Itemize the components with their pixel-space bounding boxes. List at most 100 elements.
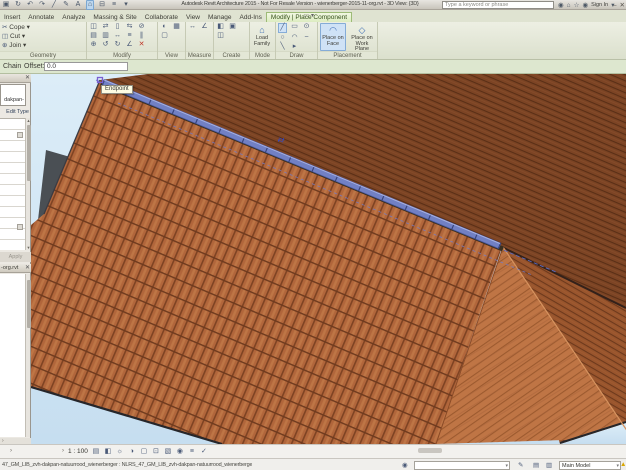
- edit-type-button[interactable]: Edit Type: [0, 107, 31, 117]
- rotate-ccw-icon[interactable]: ↺: [101, 41, 110, 49]
- tab-collaborate[interactable]: Collaborate: [141, 13, 182, 22]
- properties-close-icon[interactable]: ✕: [25, 74, 30, 81]
- draw-spline-icon[interactable]: ~: [302, 34, 311, 42]
- ribbon-panel-toggle-icon[interactable]: ▭: [303, 12, 309, 19]
- draw-more-icon[interactable]: ▸: [290, 43, 299, 51]
- visual-style-icon[interactable]: ◧: [104, 447, 112, 455]
- close-button[interactable]: ✕: [620, 1, 625, 9]
- 3d-view[interactable]: ⇄: [31, 74, 626, 444]
- chain-checkbox-label[interactable]: Chain: [3, 63, 21, 70]
- temporary-hide-isolate-icon[interactable]: ◉: [176, 447, 184, 455]
- tab-manage[interactable]: Manage: [204, 13, 236, 22]
- worksharing-display-icon[interactable]: ✓: [200, 447, 208, 455]
- measure-angle-icon[interactable]: ∠: [200, 23, 209, 31]
- section-icon[interactable]: ⊟: [98, 1, 106, 9]
- project-browser-close-icon[interactable]: ✕: [25, 264, 30, 271]
- create-assembly-icon[interactable]: ◫: [216, 32, 225, 40]
- project-browser-header[interactable]: -org.rvt ✕: [0, 264, 31, 273]
- sun-path-icon[interactable]: ☼: [116, 448, 124, 455]
- shadows-icon[interactable]: ◑: [128, 448, 136, 455]
- associate-parameter-button[interactable]: [17, 132, 23, 138]
- design-options-combo[interactable]: Main Model ▾: [559, 461, 621, 470]
- extend-icon[interactable]: ⊕: [89, 41, 98, 49]
- copy-icon[interactable]: ≡: [125, 32, 134, 40]
- subscription-icon[interactable]: ⌂: [567, 2, 571, 9]
- delete-icon[interactable]: ✕: [137, 41, 146, 49]
- favorites-star-icon[interactable]: ☆: [574, 1, 580, 9]
- offset-input[interactable]: [44, 62, 128, 71]
- scale-icon[interactable]: ∥: [137, 32, 146, 40]
- type-selector-caret-icon[interactable]: ▾: [25, 85, 26, 106]
- tab-massing-site[interactable]: Massing & Site: [89, 13, 140, 22]
- associate-parameter-button[interactable]: [17, 224, 23, 230]
- redo-icon[interactable]: ↷: [38, 1, 46, 9]
- active-workset-combo[interactable]: ▾: [414, 461, 510, 470]
- worksets-icon[interactable]: ◉: [402, 461, 408, 469]
- drawing-canvas[interactable]: ⇄ Endpoint: [31, 74, 626, 444]
- mirror-icon[interactable]: ▯: [113, 23, 122, 31]
- browser-hscroll-icon[interactable]: ›: [10, 448, 12, 454]
- canvas-hscroll-icon[interactable]: ›: [62, 448, 64, 454]
- canvas-hscroll-thumb[interactable]: [418, 448, 442, 453]
- save-icon[interactable]: ▣: [2, 1, 10, 9]
- sync-icon[interactable]: ↻: [14, 1, 22, 9]
- pin-icon[interactable]: ⊘: [137, 23, 146, 31]
- tab-annotate[interactable]: Annotate: [24, 13, 58, 22]
- split-icon[interactable]: ▤: [89, 32, 98, 40]
- load-family-button[interactable]: ⌂ Load Family: [250, 23, 274, 51]
- cope-button[interactable]: ✂ Cope ▾: [2, 23, 30, 31]
- thin-lines-toggle-icon[interactable]: ▦: [172, 23, 181, 31]
- sign-in-button[interactable]: Sign In: [591, 2, 608, 8]
- warning-icon[interactable]: ▲: [620, 461, 626, 468]
- array-icon[interactable]: ⇆: [125, 23, 134, 31]
- tab-add-ins[interactable]: Add-Ins: [236, 13, 266, 22]
- search-binoculars-icon[interactable]: ◉: [558, 1, 564, 9]
- tab-view[interactable]: View: [182, 13, 204, 22]
- dimension-icon[interactable]: ✎: [62, 1, 70, 9]
- measure-icon[interactable]: ╱: [50, 1, 58, 9]
- draw-circle-icon[interactable]: ⊙: [302, 23, 311, 33]
- window-icon[interactable]: ▢: [160, 32, 169, 40]
- draw-line-icon[interactable]: ╱: [278, 23, 287, 33]
- properties-scroll-thumb[interactable]: [27, 125, 31, 181]
- crop-view-icon[interactable]: ⊡: [152, 447, 160, 455]
- measure-length-icon[interactable]: ↔: [188, 23, 197, 31]
- properties-scrollbar[interactable]: ▲ ▼: [25, 118, 30, 250]
- sign-in-person-icon[interactable]: ◉: [582, 1, 588, 9]
- draw-arc-icon[interactable]: ◠: [290, 34, 299, 42]
- cut-button[interactable]: ◫ Cut ▾: [2, 32, 25, 40]
- infocenter-search-input[interactable]: [442, 1, 554, 9]
- 3d-view-icon[interactable]: ⌂: [86, 0, 94, 10]
- apply-button[interactable]: Apply: [0, 252, 31, 262]
- rendering-dialog-icon[interactable]: ▢: [140, 447, 148, 455]
- angle-icon[interactable]: ∠: [125, 41, 134, 49]
- tab-insert[interactable]: Insert: [0, 13, 24, 22]
- minimize-button[interactable]: –: [613, 2, 617, 9]
- align-icon[interactable]: ◫: [89, 23, 98, 31]
- place-on-work-plane-button[interactable]: ◇ Place on Work Plane: [348, 23, 376, 51]
- move-icon[interactable]: ↔: [113, 32, 122, 40]
- project-browser-scrollbar[interactable]: [25, 274, 30, 437]
- rotate-cw-icon[interactable]: ↻: [113, 41, 122, 49]
- draw-ellipse-icon[interactable]: ○: [278, 34, 287, 42]
- tab-analyze[interactable]: Analyze: [58, 13, 89, 22]
- visibility-icon[interactable]: ◐: [160, 23, 169, 31]
- qat-dropdown-icon[interactable]: ▾: [122, 1, 130, 9]
- create-group-icon[interactable]: ▣: [228, 23, 237, 31]
- show-crop-icon[interactable]: ▧: [164, 447, 172, 455]
- create-similar-icon[interactable]: ◧: [216, 23, 225, 31]
- properties-palette-header[interactable]: ✕: [0, 74, 31, 83]
- text-icon[interactable]: A: [74, 1, 82, 9]
- reveal-hidden-elements-icon[interactable]: ≡: [188, 448, 196, 455]
- draw-pick-line-icon[interactable]: ╲: [278, 43, 287, 51]
- view-scale-button[interactable]: 1 : 100: [68, 448, 88, 455]
- editable-only-icon[interactable]: ✎: [518, 461, 523, 469]
- draw-rectangle-icon[interactable]: ▭: [290, 23, 299, 33]
- display-toggle-2-icon[interactable]: ▥: [546, 461, 552, 469]
- type-selector[interactable]: dakpan- ▾: [0, 84, 26, 106]
- detail-level-icon[interactable]: ▤: [92, 447, 100, 455]
- join-button[interactable]: ⊕ Join ▾: [2, 41, 26, 49]
- thin-lines-icon[interactable]: ≡: [110, 1, 118, 9]
- project-browser-scroll-thumb[interactable]: [27, 280, 31, 328]
- display-toggle-1-icon[interactable]: ▤: [533, 461, 539, 469]
